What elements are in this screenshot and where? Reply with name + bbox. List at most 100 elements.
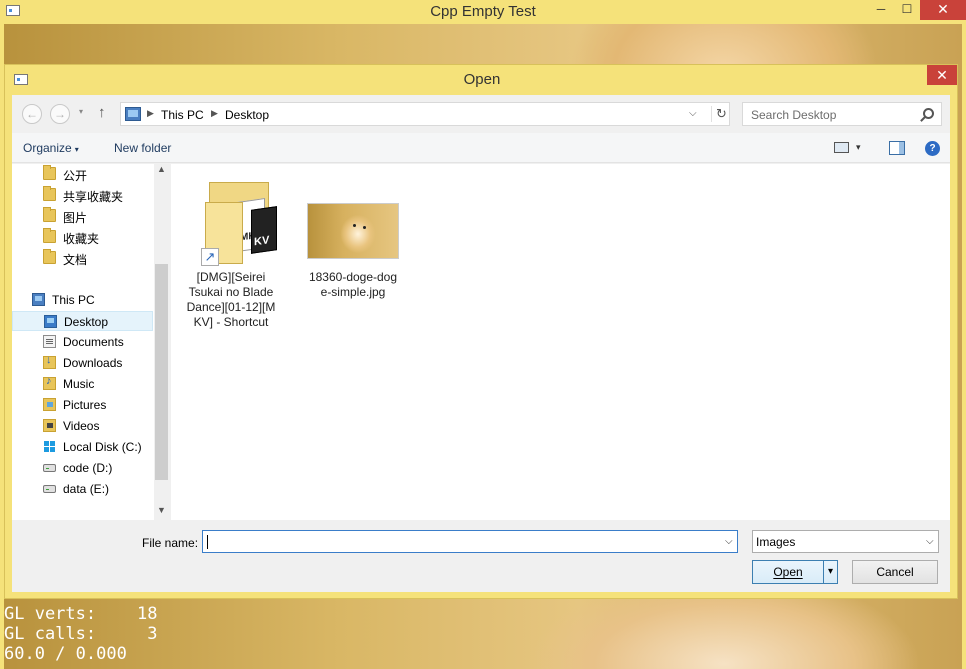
breadcrumb-separator-icon[interactable]: ▶ [211, 108, 218, 119]
dialog-close-button[interactable]: ✕ [927, 65, 957, 85]
nav-item-code-d[interactable]: code (D:) [12, 458, 153, 478]
doge-thumbnail [307, 203, 399, 259]
toolbar: Organize ▾ New folder ▾ ? [12, 133, 950, 163]
nav-item-data-e[interactable]: data (E:) [12, 479, 153, 499]
nav-item-label: 公开 [63, 169, 88, 183]
nav-item-label: 共享收藏夹 [63, 190, 124, 204]
folder-icon [43, 186, 56, 201]
nav-item-gongkai[interactable]: 公开 [12, 164, 153, 184]
breadcrumb-desktop[interactable]: Desktop [225, 108, 269, 122]
file-item-doge-jpg[interactable]: 18360-doge-dog e-simple.jpg [303, 172, 403, 299]
open-button[interactable]: Open ▾ [752, 560, 838, 584]
gl-calls: GL calls: 3 [4, 624, 158, 644]
nav-item-downloads[interactable]: Downloads [12, 353, 153, 373]
pictures-icon [43, 398, 56, 411]
file-name-input[interactable]: ⌵ [202, 530, 738, 553]
open-split-dropdown-icon[interactable]: ▾ [823, 561, 837, 583]
nav-item-label: This PC [52, 293, 95, 307]
documents-icon [43, 335, 56, 348]
file-type-select[interactable]: Images ⌵ [752, 530, 939, 553]
view-options-chevron-icon[interactable]: ▾ [856, 142, 861, 153]
file-type-dropdown-icon[interactable]: ⌵ [926, 536, 934, 547]
nav-pane-scrollbar[interactable]: ▲ ▼ [154, 164, 170, 520]
up-button[interactable]: ↑ [98, 104, 106, 121]
new-folder-button[interactable]: New folder [114, 141, 171, 155]
mkv-card-dark-label: KV [254, 234, 270, 249]
nav-item-this-pc[interactable]: This PC [12, 290, 153, 310]
scrollbar-thumb[interactable] [155, 264, 168, 480]
app-close-button[interactable]: ✕ [920, 0, 966, 20]
mkv-folder-shortcut-icon: MKV KV ↗ [201, 182, 277, 266]
nav-item-label: Documents [63, 335, 124, 349]
nav-item-documents[interactable]: Documents [12, 332, 153, 352]
folder-icon [43, 228, 56, 243]
nav-item-label: Music [63, 377, 95, 391]
scroll-up-icon[interactable]: ▲ [157, 164, 166, 174]
minimize-button[interactable]: ─ [868, 0, 894, 20]
nav-item-music[interactable]: Music [12, 374, 153, 394]
nav-item-label: Downloads [63, 356, 123, 370]
nav-item-videos[interactable]: Videos [12, 416, 153, 436]
forward-button[interactable]: → [50, 104, 70, 124]
scroll-down-icon[interactable]: ▼ [157, 505, 166, 515]
nav-item-label: Pictures [63, 398, 107, 412]
doge-eye-icon [363, 226, 366, 229]
open-button-label: Open [773, 565, 803, 579]
nav-item-label: Local Disk (C:) [63, 440, 142, 454]
file-name: 18360-doge-dog e-simple.jpg [303, 270, 403, 300]
app-title: Cpp Empty Test [430, 3, 536, 20]
nav-item-label: Videos [63, 419, 100, 433]
file-name-line: e-simple.jpg [320, 285, 386, 299]
computer-icon [32, 293, 45, 306]
help-icon[interactable]: ? [925, 141, 940, 156]
back-button[interactable]: ← [22, 104, 42, 124]
nav-item-label: code (D:) [63, 461, 113, 475]
file-name-dropdown-icon[interactable]: ⌵ [725, 536, 733, 547]
app-titlebar: Cpp Empty Test ─ ☐ ✕ [0, 0, 966, 24]
file-name-line: KV] - Shortcut [193, 315, 269, 329]
nav-item-label: 文档 [63, 253, 88, 267]
downloads-icon [43, 354, 56, 369]
breadcrumb-separator-icon[interactable]: ▶ [147, 108, 154, 119]
file-name-line: Tsukai no Blade [188, 285, 274, 299]
music-icon [43, 375, 56, 390]
gl-fps: 60.0 / 0.000 [4, 644, 127, 664]
gl-stats: GL verts: 18 GL calls: 3 60.0 / 0.000 [4, 604, 158, 664]
recent-locations-button[interactable]: ▾ [79, 107, 83, 116]
nav-item-pictures[interactable]: Pictures [12, 395, 153, 415]
organize-button[interactable]: Organize ▾ [23, 141, 79, 155]
search-input[interactable]: Search Desktop [742, 102, 942, 126]
mkv-card-dark-icon: KV [251, 206, 277, 254]
nav-item-favorites[interactable]: 收藏夹 [12, 227, 153, 247]
windows-drive-icon [43, 440, 56, 453]
maximize-button[interactable]: ☐ [894, 0, 920, 20]
search-icon[interactable] [923, 108, 934, 119]
text-caret [207, 535, 208, 549]
cancel-button[interactable]: Cancel [852, 560, 938, 584]
dialog-title: Open [463, 71, 501, 88]
nav-item-local-disk-c[interactable]: Local Disk (C:) [12, 437, 153, 457]
file-name-line: 18360-doge-dog [308, 270, 398, 284]
nav-item-tupian[interactable]: 图片 [12, 206, 153, 226]
change-view-icon[interactable] [834, 142, 849, 153]
nav-item-label: 收藏夹 [63, 232, 100, 246]
drive-icon [43, 485, 56, 493]
preview-pane-icon[interactable] [889, 141, 905, 155]
nav-item-shared-favorites[interactable]: 共享收藏夹 [12, 185, 153, 205]
file-type-value: Images [756, 535, 796, 549]
refresh-icon[interactable]: ↻ [711, 106, 731, 122]
nav-item-label: data (E:) [63, 482, 110, 496]
address-dropdown-icon[interactable]: ⌵ [689, 108, 697, 119]
nav-item-label: Desktop [64, 315, 109, 329]
nav-item-desktop[interactable]: Desktop [12, 311, 153, 331]
dialog-body: ← → ▾ ↑ ▶ This PC ▶ Desktop ⌵ ↻ Search D… [12, 95, 950, 592]
navigation-pane: 公开 共享收藏夹 图片 收藏夹 文档 This PC Desktop Docum… [12, 164, 170, 520]
breadcrumb-this-pc[interactable]: This PC [161, 108, 204, 122]
nav-item-wendang[interactable]: 文档 [12, 248, 153, 268]
organize-label: Organize [23, 141, 72, 155]
address-bar[interactable]: ▶ This PC ▶ Desktop ⌵ ↻ [120, 102, 730, 126]
file-item-mkv-shortcut[interactable]: MKV KV ↗ [DMG][Seirei Tsukai no Blade Da… [181, 172, 281, 342]
videos-icon [43, 419, 56, 432]
file-name-label: File name: [142, 536, 199, 550]
shortcut-arrow-icon: ↗ [201, 248, 219, 266]
